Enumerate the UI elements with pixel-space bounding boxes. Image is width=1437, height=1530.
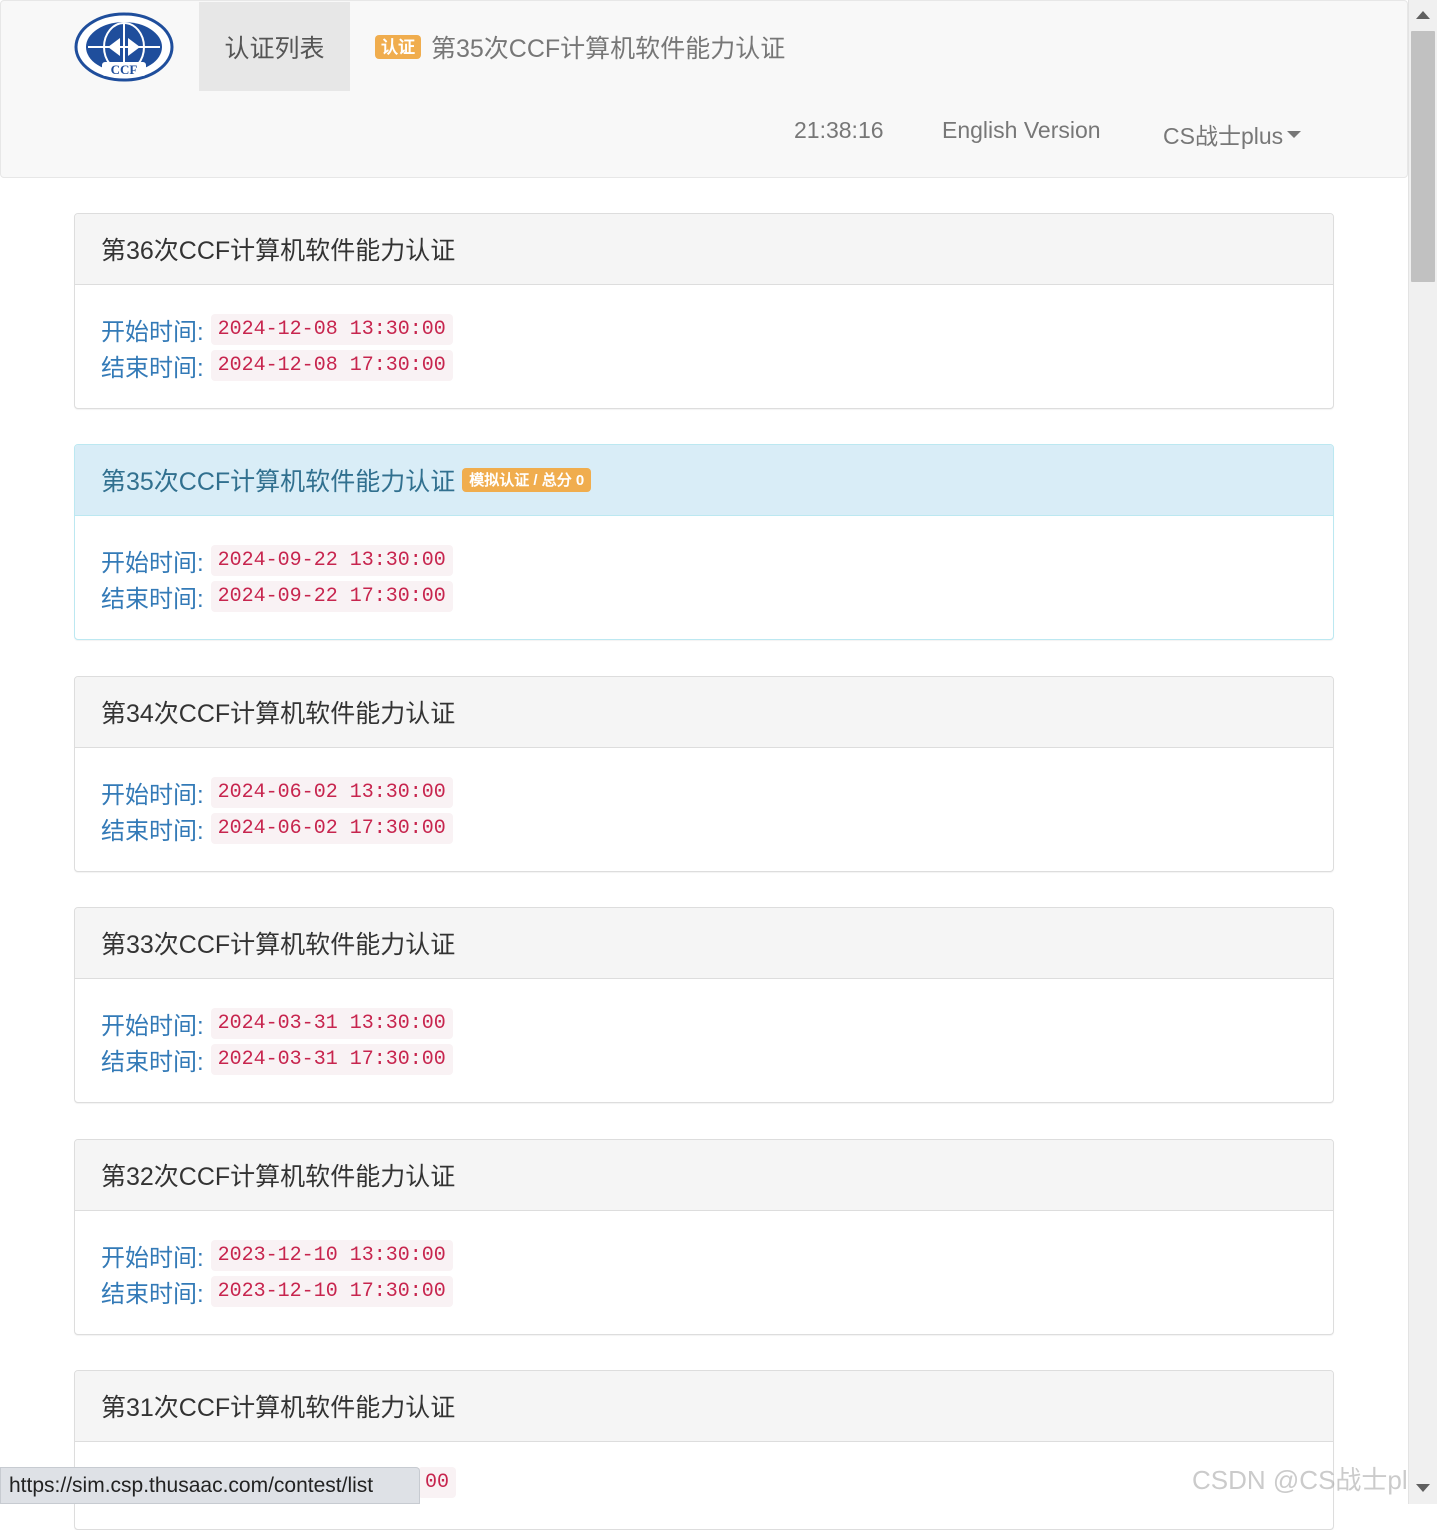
contest-title[interactable]: 第36次CCF计算机软件能力认证 [101,231,455,267]
end-time-row: 结束时间: 2024-12-08 17:30:00 [101,348,1333,383]
contest-panel-heading[interactable]: 第33次CCF计算机软件能力认证 [75,908,1333,979]
status-url: https://sim.csp.thusaac.com/contest/list [9,1473,374,1497]
nav-tab-contest-list[interactable]: 认证列表 [199,2,350,91]
scroll-down-arrow-icon[interactable] [1416,1484,1430,1492]
english-version-link[interactable]: English Version [942,117,1101,144]
start-time-row: 开始时间: 2024-03-31 13:30:00 [101,1006,1333,1041]
start-time-label: 开始时间: [101,550,204,577]
contest-panel-active[interactable]: 第35次CCF计算机软件能力认证 模拟认证 / 总分 0 开始时间: 2024-… [74,444,1334,640]
start-time-value: 2024-03-31 13:30:00 [210,1008,453,1039]
contest-title[interactable]: 第33次CCF计算机软件能力认证 [101,925,455,961]
user-menu-dropdown[interactable]: CS战士plus [1163,117,1302,151]
scroll-up-arrow-icon[interactable] [1416,11,1430,19]
contest-panel[interactable]: 第31次CCF计算机软件能力认证 00 [74,1370,1334,1530]
vertical-scrollbar[interactable] [1408,0,1437,1504]
server-clock: 21:38:16 [794,117,884,143]
ccf-logo-icon[interactable]: CCF [74,12,174,82]
contest-type-badge: 认证 [375,35,421,59]
start-time-row: 开始时间: 2024-12-08 13:30:00 [101,312,1333,347]
end-time-row: 结束时间: 2024-06-02 17:30:00 [101,811,1333,846]
contest-panel-body: 开始时间: 2024-09-22 13:30:00 结束时间: 2024-09-… [75,516,1333,614]
start-time-label: 开始时间: [101,319,204,346]
start-time-row: 开始时间: 2024-06-02 13:30:00 [101,775,1333,810]
top-navbar: CCF 认证列表 认证 第35次CCF计算机软件能力认证 21:38:16 En… [0,0,1408,178]
start-time-value: 00 [418,1467,457,1498]
end-time-label: 结束时间: [101,1281,204,1308]
link-status-bar: https://sim.csp.thusaac.com/contest/list [0,1467,420,1504]
start-time-value: 2024-09-22 13:30:00 [210,545,453,576]
contest-panel[interactable]: 第32次CCF计算机软件能力认证 开始时间: 2023-12-10 13:30:… [74,1139,1334,1335]
end-time-row: 结束时间: 2024-03-31 17:30:00 [101,1042,1333,1077]
username: CS战士plus [1163,123,1284,149]
contest-panel-body: 开始时间: 2023-12-10 13:30:00 结束时间: 2023-12-… [75,1211,1333,1309]
contest-title[interactable]: 第32次CCF计算机软件能力认证 [101,1157,455,1193]
contest-panel-body: 开始时间: 2024-12-08 13:30:00 结束时间: 2024-12-… [75,285,1333,383]
contest-panel-body: 开始时间: 2024-06-02 13:30:00 结束时间: 2024-06-… [75,748,1333,846]
svg-text:CCF: CCF [111,62,138,77]
start-time-label: 开始时间: [101,782,204,809]
contest-panel-heading[interactable]: 第34次CCF计算机软件能力认证 [75,677,1333,748]
end-time-value: 2023-12-10 17:30:00 [210,1276,453,1307]
end-time-value: 2024-03-31 17:30:00 [210,1044,453,1075]
contest-panel-heading[interactable]: 第31次CCF计算机软件能力认证 [75,1371,1333,1442]
current-contest-link[interactable]: 认证 第35次CCF计算机软件能力认证 [375,29,785,65]
current-contest-title: 第35次CCF计算机软件能力认证 [431,35,786,63]
contest-title[interactable]: 第34次CCF计算机软件能力认证 [101,694,455,730]
start-time-label: 开始时间: [101,1245,204,1272]
start-time-label: 开始时间: [101,1013,204,1040]
watermark: CSDN @CS战士plus [1192,1465,1436,1495]
end-time-value: 2024-09-22 17:30:00 [210,581,453,612]
start-time-row: 开始时间: 2024-09-22 13:30:00 [101,543,1333,578]
contest-panel-heading[interactable]: 第36次CCF计算机软件能力认证 [75,214,1333,285]
end-time-label: 结束时间: [101,1049,204,1076]
contest-panel[interactable]: 第33次CCF计算机软件能力认证 开始时间: 2024-03-31 13:30:… [74,907,1334,1103]
contest-title[interactable]: 第31次CCF计算机软件能力认证 [101,1388,455,1424]
contest-panel-heading[interactable]: 第35次CCF计算机软件能力认证 模拟认证 / 总分 0 [75,445,1333,516]
end-time-label: 结束时间: [101,586,204,613]
end-time-value: 2024-06-02 17:30:00 [210,813,453,844]
start-time-value: 2024-12-08 13:30:00 [210,314,453,345]
caret-down-icon [1287,130,1302,138]
end-time-label: 结束时间: [101,818,204,845]
scroll-thumb[interactable] [1411,31,1435,282]
contest-title[interactable]: 第35次CCF计算机软件能力认证 [101,462,455,498]
contest-panel-heading[interactable]: 第32次CCF计算机软件能力认证 [75,1140,1333,1211]
contest-panel[interactable]: 第36次CCF计算机软件能力认证 开始时间: 2024-12-08 13:30:… [74,213,1334,409]
end-time-label: 结束时间: [101,355,204,382]
contest-panel[interactable]: 第34次CCF计算机软件能力认证 开始时间: 2024-06-02 13:30:… [74,676,1334,872]
start-time-row: 开始时间: 2023-12-10 13:30:00 [101,1238,1333,1273]
start-time-value: 2024-06-02 13:30:00 [210,777,453,808]
start-time-value: 2023-12-10 13:30:00 [210,1240,453,1271]
end-time-value: 2024-12-08 17:30:00 [210,350,453,381]
end-time-row: 结束时间: 2023-12-10 17:30:00 [101,1274,1333,1309]
mock-score-badge: 模拟认证 / 总分 0 [462,468,592,492]
contest-panel-body: 开始时间: 2024-03-31 13:30:00 结束时间: 2024-03-… [75,979,1333,1077]
end-time-row: 结束时间: 2024-09-22 17:30:00 [101,579,1333,614]
